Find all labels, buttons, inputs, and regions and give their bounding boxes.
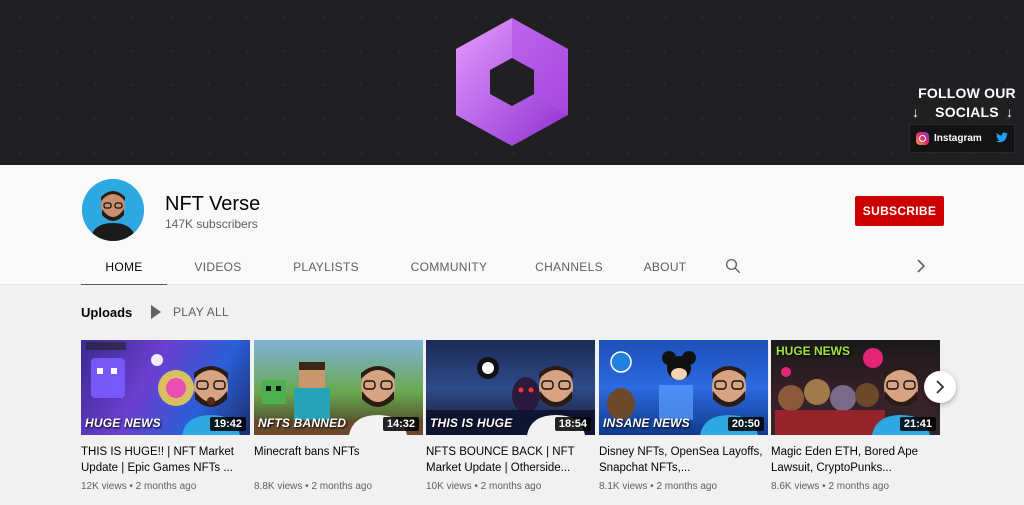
meta-separator: • <box>650 481 654 492</box>
video-title[interactable]: NFTS BOUNCE BACK | NFT Market Update | O… <box>426 444 595 476</box>
meta-separator: • <box>474 481 478 492</box>
video-duration: 19:42 <box>209 417 246 431</box>
video-title[interactable]: Minecraft bans NFTs <box>254 444 423 476</box>
thumbnail-banner: HUGE NEWS <box>85 416 161 430</box>
thumbnail-banner: HUGE NEWS <box>776 344 851 358</box>
upload-age: 2 months ago <box>135 481 197 492</box>
video-thumbnail[interactable]: HUGE NEWS 19:42 <box>81 340 250 435</box>
tab-channels[interactable]: CHANNELS <box>519 249 619 285</box>
video-meta: 8.8K views • 2 months ago <box>254 481 423 492</box>
video-thumbnail[interactable]: INSANE NEWS 20:50 <box>599 340 768 435</box>
subscriber-count: 147K subscribers <box>165 217 258 231</box>
follow-socials-text: FOLLOW OUR SOCIALS <box>918 85 1016 120</box>
search-icon[interactable] <box>724 257 742 275</box>
view-count: 8.6K views <box>771 481 820 492</box>
play-icon <box>151 305 161 319</box>
tab-about[interactable]: ABOUT <box>627 249 703 285</box>
arrow-down-icon: ↓ <box>1006 104 1013 120</box>
channel-name: NFT Verse <box>165 193 261 215</box>
tab-home[interactable]: HOME <box>81 249 167 286</box>
uploads-shelf: Uploads PLAY ALL HUGE NEWS 19:42 THIS IS… <box>0 285 1024 505</box>
social-links: Instagram <box>909 124 1015 153</box>
tab-community[interactable]: COMMUNITY <box>389 249 509 285</box>
arrow-down-icon: ↓ <box>912 104 919 120</box>
video-meta: 8.6K views • 2 months ago <box>771 481 940 492</box>
twitter-icon[interactable] <box>996 132 1008 146</box>
thumbnail-banner: INSANE NEWS <box>603 416 690 430</box>
upload-age: 2 months ago <box>480 481 542 492</box>
video-thumbnail[interactable]: THIS IS HUGE 18:54 <box>426 340 595 435</box>
instagram-link[interactable]: Instagram <box>934 133 996 144</box>
video-meta: 10K views • 2 months ago <box>426 481 595 492</box>
channel-header: NFT Verse 147K subscribers SUBSCRIBE HOM… <box>0 165 1024 286</box>
next-arrow-button[interactable] <box>924 371 956 403</box>
video-title[interactable]: THIS IS HUGE!! | NFT Market Update | Epi… <box>81 444 250 476</box>
chevron-right-icon[interactable] <box>915 257 927 275</box>
video-card[interactable]: NFTS BANNED 14:32 Minecraft bans NFTs 8.… <box>254 340 423 492</box>
view-count: 10K views <box>426 481 472 492</box>
view-count: 8.1K views <box>599 481 648 492</box>
video-card[interactable]: HUGE NEWS 19:42 THIS IS HUGE!! | NFT Mar… <box>81 340 250 492</box>
meta-separator: • <box>305 481 309 492</box>
chevron-right-icon <box>936 380 945 394</box>
play-all-label: PLAY ALL <box>173 305 230 319</box>
meta-separator: • <box>822 481 826 492</box>
play-all-button[interactable]: PLAY ALL <box>151 305 229 319</box>
instagram-icon[interactable] <box>916 132 929 145</box>
view-count: 8.8K views <box>254 481 303 492</box>
subscribe-button[interactable]: SUBSCRIBE <box>855 196 944 226</box>
upload-age: 2 months ago <box>828 481 890 492</box>
avatar[interactable] <box>82 179 144 241</box>
video-duration: 18:54 <box>554 417 591 431</box>
video-card[interactable]: HUGE NEWS 21:41 Magic Eden ETH, Bored Ap… <box>771 340 940 492</box>
video-duration: 20:50 <box>727 417 764 431</box>
tab-videos[interactable]: VIDEOS <box>173 249 263 285</box>
video-duration: 21:41 <box>899 417 936 431</box>
video-duration: 14:32 <box>382 417 419 431</box>
upload-age: 2 months ago <box>656 481 718 492</box>
video-title[interactable]: Magic Eden ETH, Bored Ape Lawsuit, Crypt… <box>771 444 940 476</box>
thumbnail-banner: THIS IS HUGE <box>430 416 513 430</box>
tab-playlists[interactable]: PLAYLISTS <box>271 249 381 285</box>
thumbnail-banner: NFTS BANNED <box>258 416 347 430</box>
video-thumbnail[interactable]: NFTS BANNED 14:32 <box>254 340 423 435</box>
upload-age: 2 months ago <box>311 481 373 492</box>
video-thumbnail[interactable]: HUGE NEWS 21:41 <box>771 340 940 435</box>
channel-tabs: HOME VIDEOS PLAYLISTS COMMUNITY CHANNELS… <box>81 249 703 286</box>
hexagon-logo-icon <box>456 18 568 146</box>
uploads-title[interactable]: Uploads <box>81 305 132 320</box>
video-card[interactable]: INSANE NEWS 20:50 Disney NFTs, OpenSea L… <box>599 340 768 492</box>
meta-separator: • <box>129 481 133 492</box>
video-meta: 12K views • 2 months ago <box>81 481 250 492</box>
channel-banner: FOLLOW OUR SOCIALS ↓ ↓ Instagram <box>0 0 1024 165</box>
video-card[interactable]: THIS IS HUGE 18:54 NFTS BOUNCE BACK | NF… <box>426 340 595 492</box>
video-meta: 8.1K views • 2 months ago <box>599 481 768 492</box>
view-count: 12K views <box>81 481 127 492</box>
video-title[interactable]: Disney NFTs, OpenSea Layoffs, Snapchat N… <box>599 444 768 476</box>
